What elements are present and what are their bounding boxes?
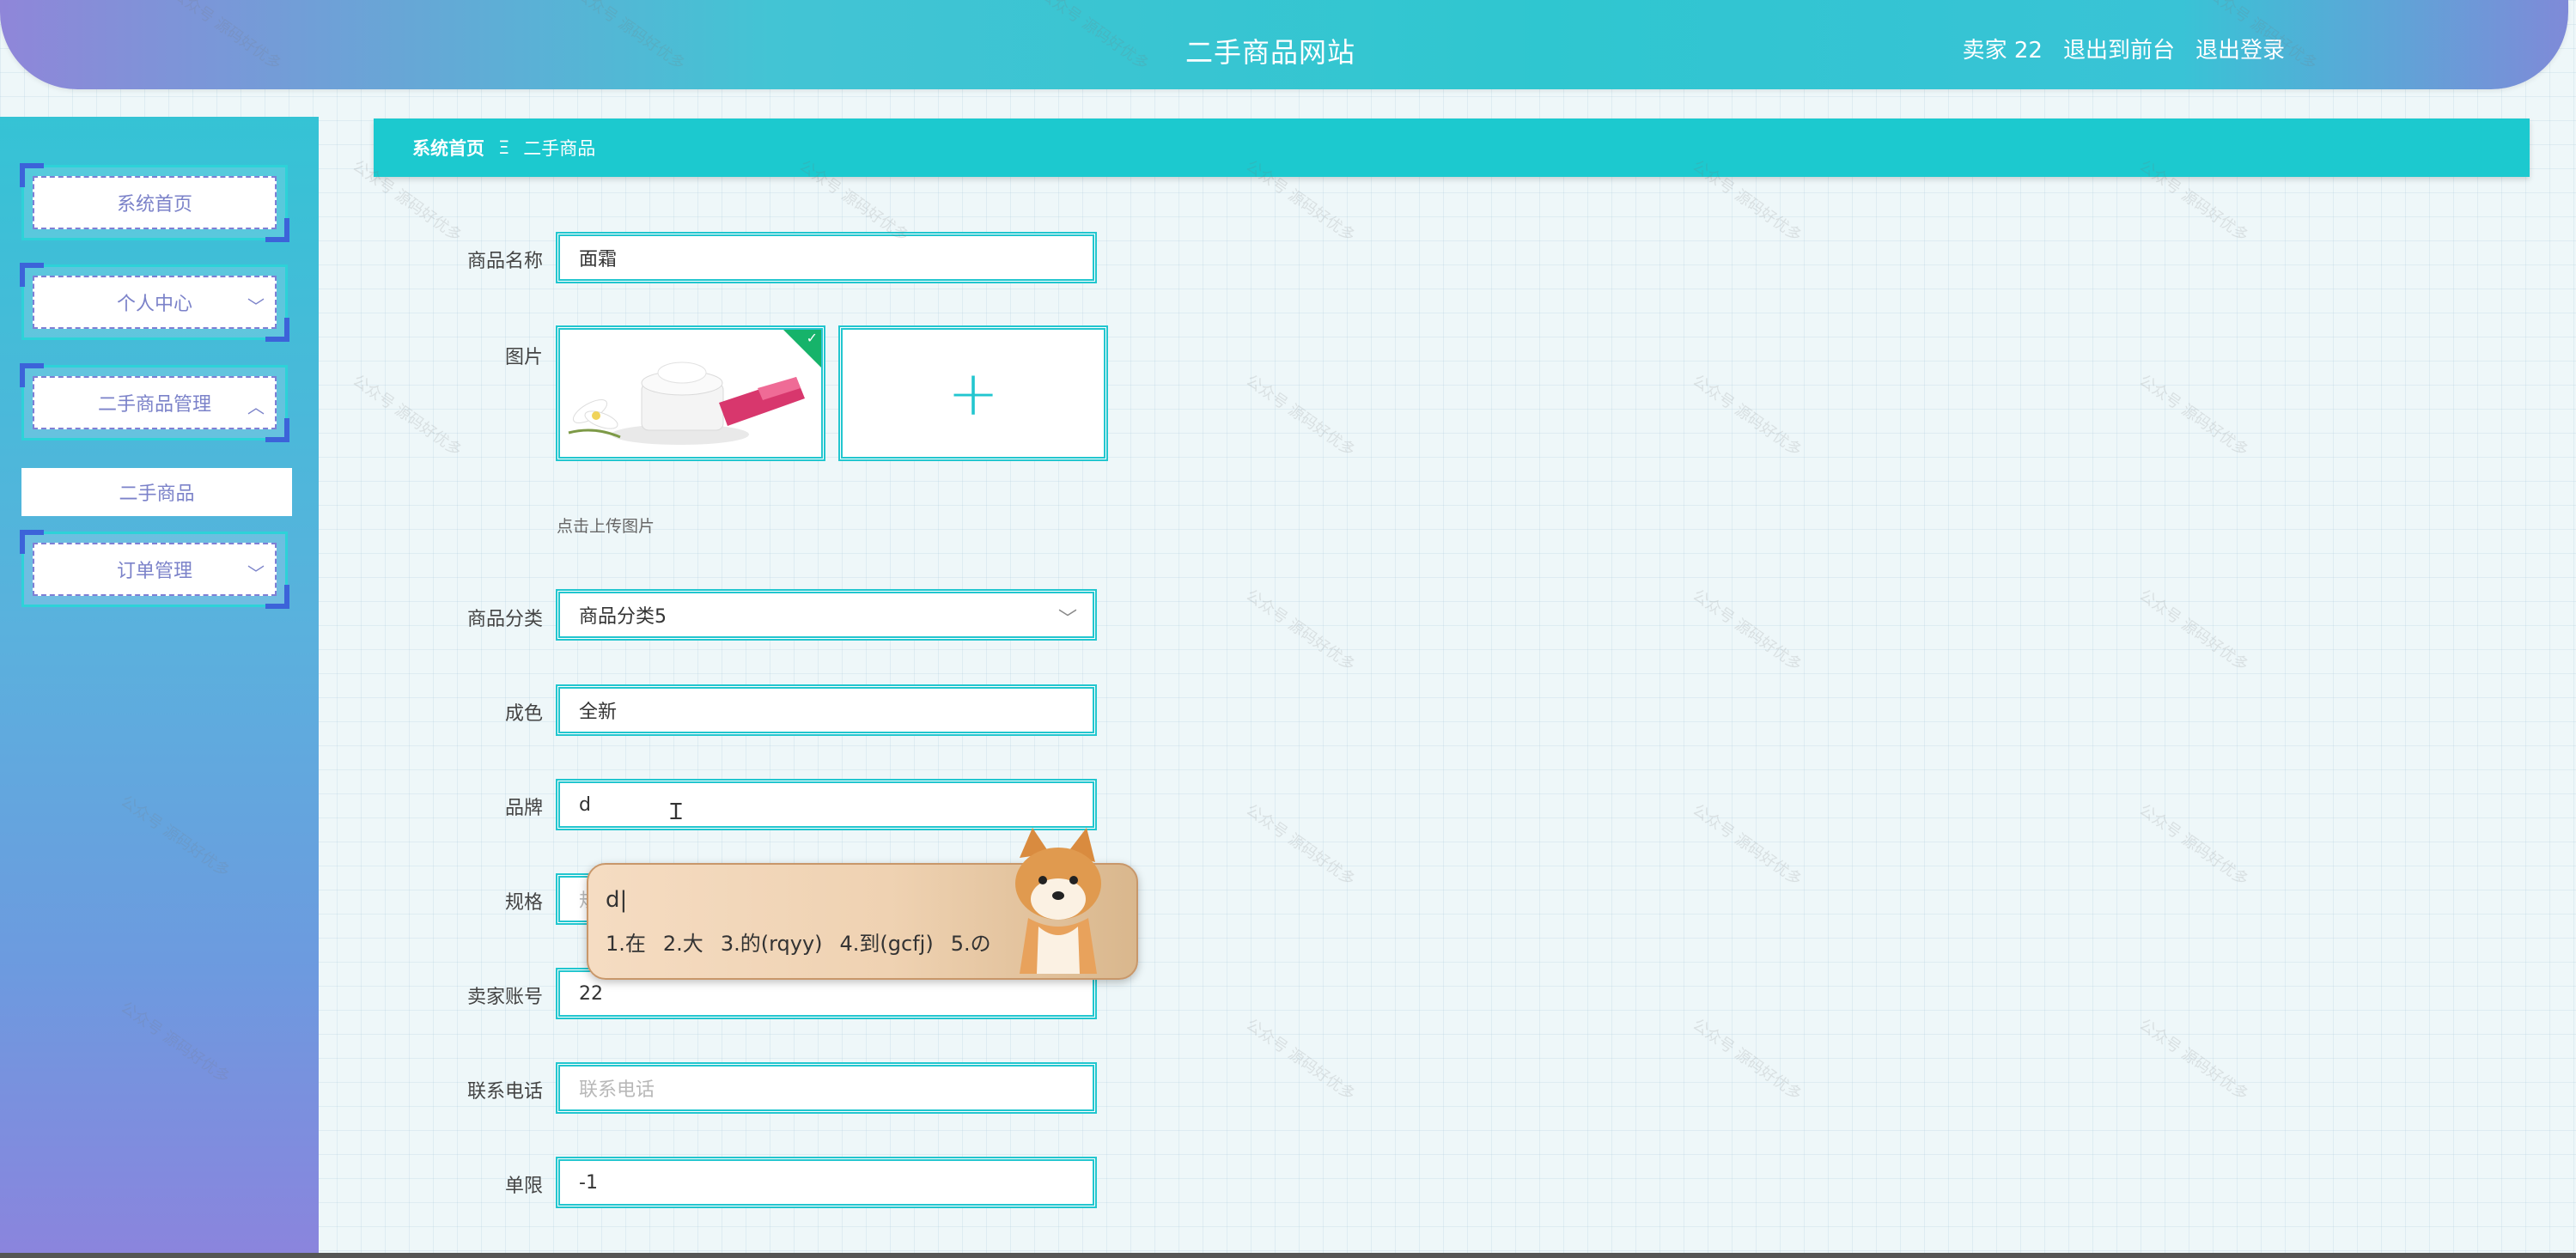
breadcrumb-separator-icon: Ξ — [498, 137, 510, 158]
watermark: 公众号 源码好优多 — [349, 371, 466, 460]
ime-candidate[interactable]: 2.大 — [663, 927, 703, 957]
name-label: 商品名称 — [466, 251, 543, 272]
ime-candidate-popup: d| 1.在 2.大 3.的(rqyy) 4.到(gcfj) 5.の — [587, 828, 1138, 980]
breadcrumb-home[interactable]: 系统首页 — [412, 135, 484, 161]
watermark: 公众号 源码好优多 — [1689, 586, 1806, 675]
watermark: 公众号 源码好优多 — [1242, 586, 1359, 675]
header-user-area: 卖家 22 退出到前台 退出登录 — [1963, 33, 2285, 64]
brand-input[interactable]: d — [556, 779, 1097, 830]
watermark: 公众号 源码好优多 — [1689, 1015, 1806, 1104]
sidebar-item-personal-center[interactable]: 个人中心 ﹀ — [20, 263, 289, 342]
breadcrumb-current: 二手商品 — [523, 138, 596, 159]
sidebar-item-order-management[interactable]: 订单管理 ﹀ — [20, 530, 289, 609]
watermark: 公众号 源码好优多 — [2135, 586, 2252, 675]
current-user: 卖家 22 — [1962, 38, 2043, 64]
watermark: 公众号 源码好优多 — [1242, 800, 1359, 890]
ime-candidate[interactable]: 1.在 — [606, 927, 646, 957]
sidebar-subitem-goods[interactable]: 二手商品 — [21, 468, 292, 516]
top-header: 二手商品网站 卖家 22 退出到前台 退出登录 — [0, 0, 2568, 89]
watermark: 公众号 源码好优多 — [2135, 371, 2252, 460]
category-selected-value: 商品分类5 — [579, 606, 667, 628]
to-front-link[interactable]: 退出到前台 — [2063, 33, 2175, 64]
name-input[interactable]: 面霜 — [556, 232, 1097, 283]
chevron-up-icon: ︿ — [247, 397, 265, 417]
face-cream-image — [560, 330, 821, 457]
uploaded-image-thumbnail[interactable]: ✓ — [556, 325, 825, 461]
ime-candidate[interactable]: 4.到(gcfj) — [840, 927, 934, 957]
watermark: 公众号 源码好优多 — [1689, 800, 1806, 890]
sidebar-item-label: 二手商品管理 — [97, 394, 211, 416]
upload-image-button[interactable]: + — [838, 325, 1108, 461]
spec-label: 规格 — [504, 892, 543, 914]
sidebar-item-home[interactable]: 系统首页 — [20, 163, 289, 242]
condition-input[interactable]: 全新 — [556, 684, 1097, 736]
watermark: 公众号 源码好优多 — [2135, 800, 2252, 890]
ime-candidate[interactable]: 3.的(rqyy) — [721, 927, 823, 957]
ime-candidate-list: 1.在 2.大 3.的(rqyy) 4.到(gcfj) 5.の — [606, 927, 991, 957]
chevron-down-icon: ﹀ — [247, 563, 265, 584]
text-cursor-icon: Ｉ — [665, 799, 688, 825]
condition-label: 成色 — [504, 703, 543, 725]
upload-hint: 点击上传图片 — [557, 517, 655, 536]
ime-typed-text: d| — [606, 887, 628, 913]
sidebar: 系统首页 个人中心 ﹀ 二手商品管理 ︿ 二手商品 订单管理 ﹀ — [0, 117, 319, 1258]
sidebar-item-goods-management[interactable]: 二手商品管理 ︿ — [20, 363, 289, 442]
image-label: 图片 — [504, 347, 543, 368]
plus-icon: + — [947, 357, 1000, 429]
watermark: 公众号 源码好优多 — [1689, 371, 1806, 460]
phone-label: 联系电话 — [466, 1081, 543, 1103]
window-bottom-edge — [0, 1253, 2576, 1258]
watermark: 公众号 源码好优多 — [2135, 1015, 2252, 1104]
limit-input[interactable]: -1 — [556, 1157, 1097, 1208]
chevron-down-icon: ﹀ — [1057, 609, 1077, 630]
sidebar-item-label: 个人中心 — [116, 294, 192, 315]
chevron-down-icon: ﹀ — [247, 296, 265, 317]
shiba-dog-icon — [1015, 828, 1101, 974]
sidebar-item-label: 系统首页 — [116, 194, 192, 216]
category-select[interactable]: 商品分类5 ﹀ — [556, 589, 1097, 641]
brand-label: 品牌 — [504, 798, 543, 819]
logout-link[interactable]: 退出登录 — [2195, 33, 2285, 64]
check-icon: ✓ — [806, 330, 818, 346]
category-label: 商品分类 — [466, 609, 543, 630]
seller-label: 卖家账号 — [466, 987, 543, 1008]
breadcrumb: 系统首页 Ξ 二手商品 — [374, 119, 2530, 177]
sidebar-item-label: 订单管理 — [116, 561, 192, 582]
phone-input[interactable]: 联系电话 — [556, 1062, 1097, 1114]
watermark: 公众号 源码好优多 — [1242, 371, 1359, 460]
limit-label: 单限 — [504, 1176, 543, 1197]
watermark: 公众号 源码好优多 — [1242, 1015, 1359, 1104]
site-title: 二手商品网站 — [1185, 36, 1356, 69]
